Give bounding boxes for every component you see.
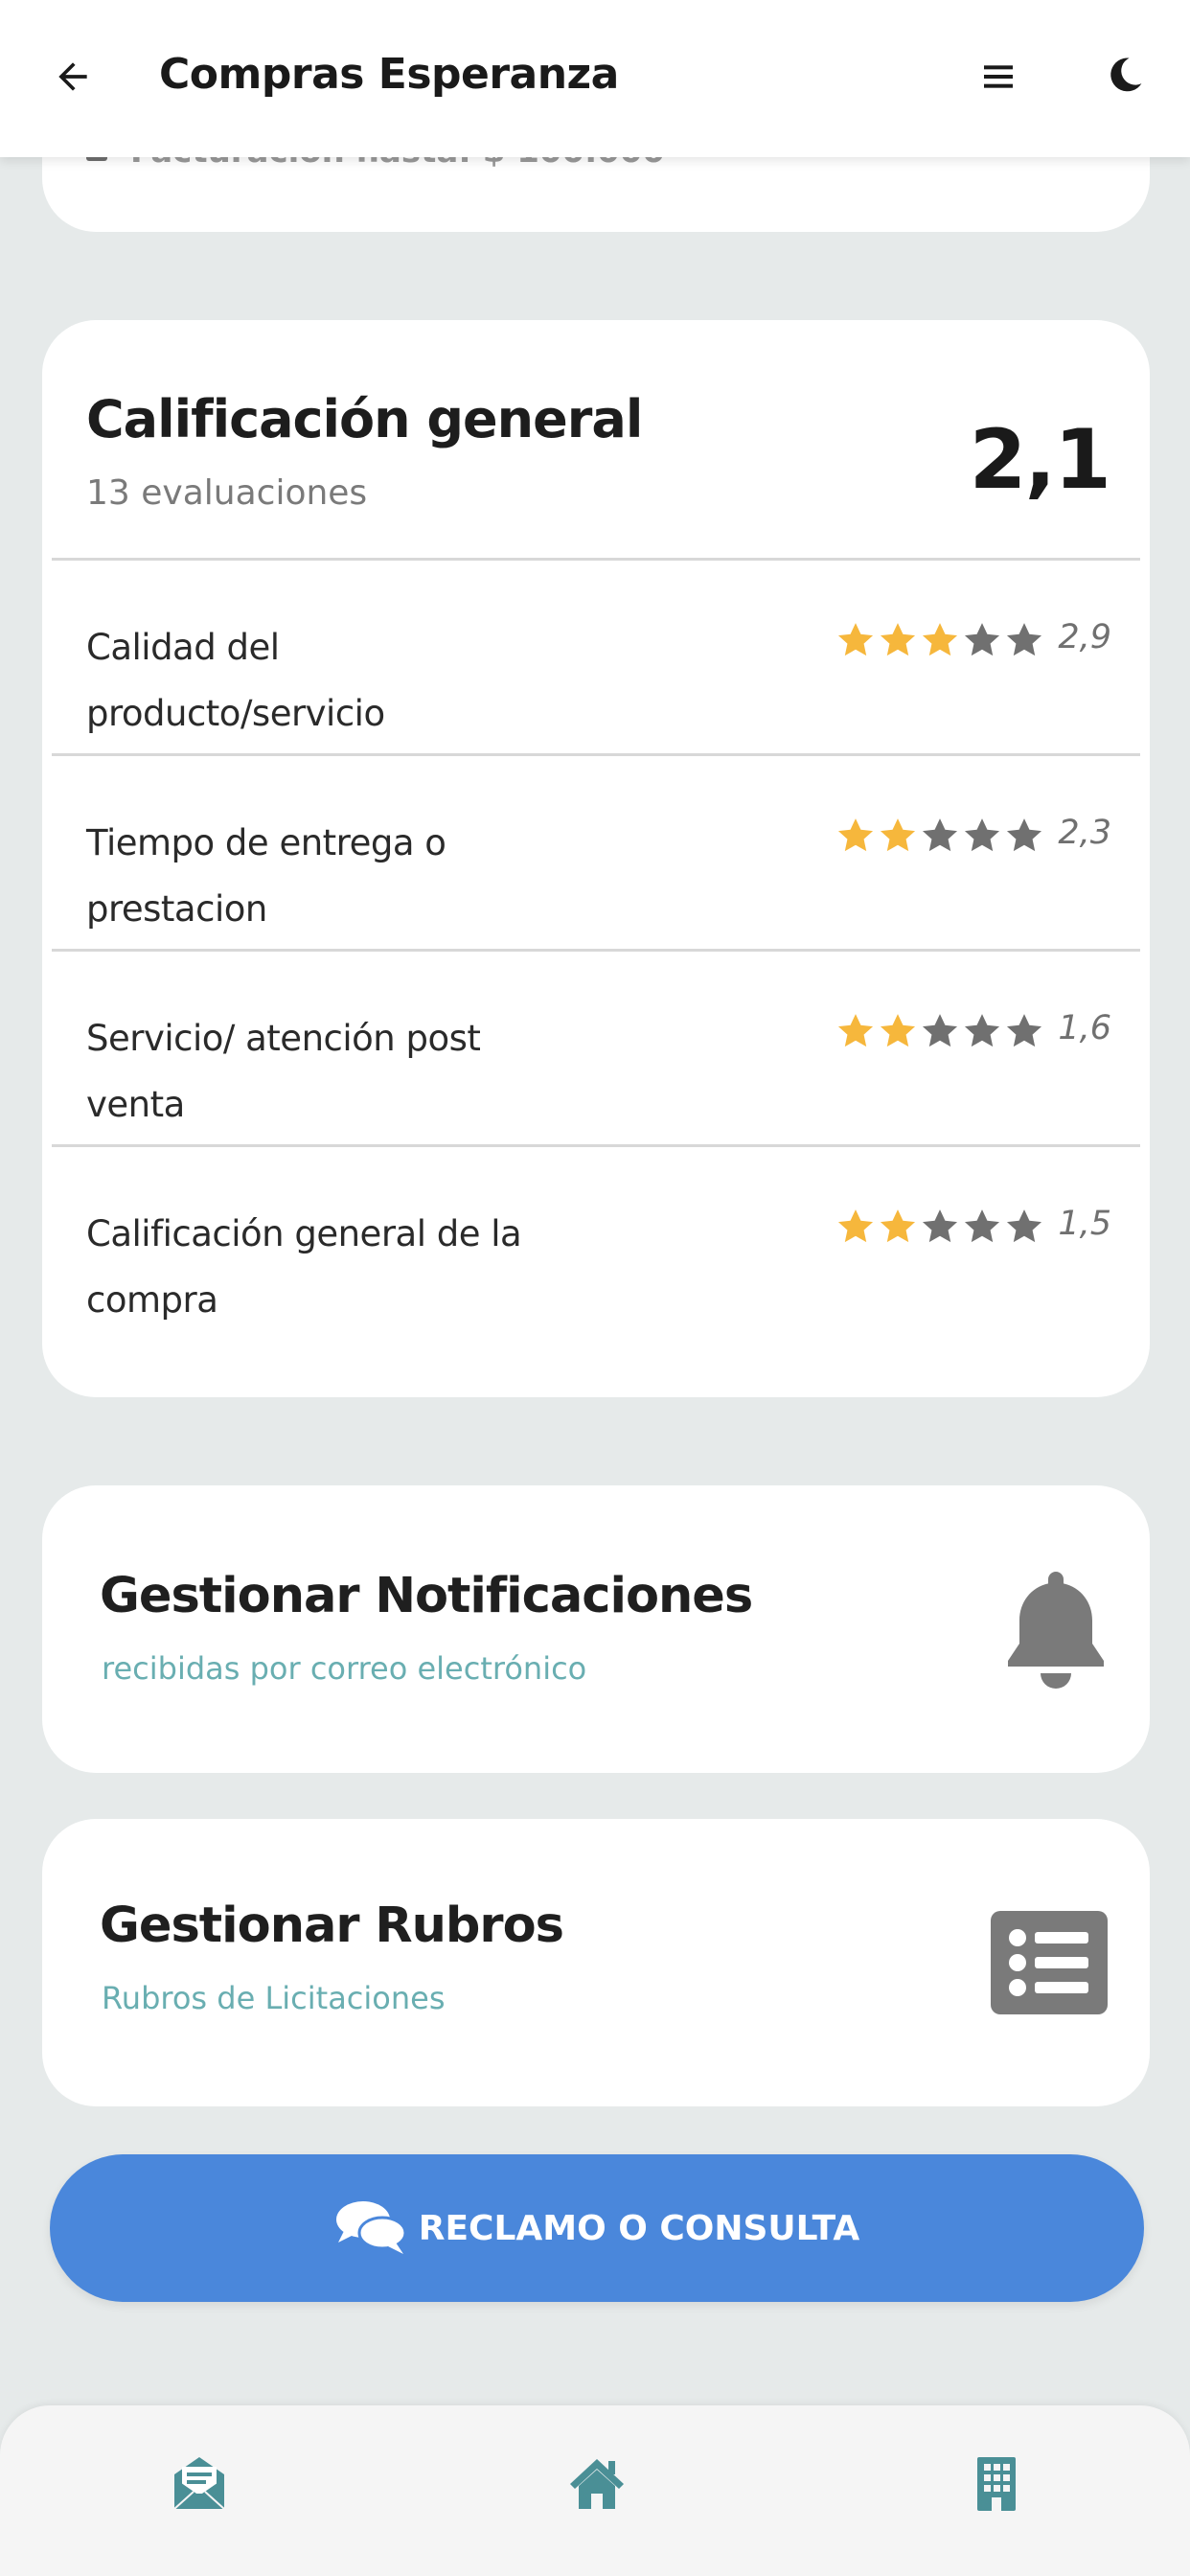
rating-row-value: 1,6: [1058, 1009, 1111, 1047]
star-empty-icon: [964, 1014, 1000, 1047]
rating-row: Servicio/ atención post venta 1,6: [52, 949, 1140, 1144]
moon-icon[interactable]: [1104, 54, 1146, 96]
star-filled-icon: [837, 1014, 874, 1047]
rating-row: Calidad del producto/servicio 2,9: [52, 558, 1140, 753]
star-empty-icon: [1006, 1014, 1042, 1047]
rating-row-label: Calificación general de la compra: [86, 1213, 522, 1321]
star-empty-icon: [922, 818, 958, 852]
rating-row: Tiempo de entrega o prestacion 2,3: [52, 753, 1140, 949]
rating-row-value: 2,3: [1058, 814, 1111, 852]
star-filled-icon: [880, 623, 916, 656]
star-empty-icon: [1006, 623, 1042, 656]
notifications-subtitle: recibidas por correo electrónico: [102, 1650, 587, 1687]
evaluations-count: 13 evaluaciones: [86, 473, 368, 513]
rating-title: Calificación general: [86, 389, 643, 449]
page-title: Compras Esperanza: [159, 50, 619, 99]
building-icon[interactable]: [966, 2453, 1027, 2515]
star-empty-icon: [922, 1014, 958, 1047]
star-rating: [835, 1205, 1046, 1249]
star-rating: [835, 814, 1046, 858]
rating-row-value: 2,9: [1058, 618, 1111, 656]
star-filled-icon: [880, 818, 916, 852]
rubros-title: Gestionar Rubros: [100, 1898, 564, 1954]
star-filled-icon: [922, 623, 958, 656]
notifications-title: Gestionar Notificaciones: [100, 1568, 753, 1624]
star-filled-icon: [837, 623, 874, 656]
rating-row: Calificación general de la compra 1,5: [52, 1144, 1140, 1340]
arrow-left-icon[interactable]: [52, 56, 94, 98]
manage-notifications-card[interactable]: Gestionar Notificaciones recibidas por c…: [42, 1485, 1150, 1773]
star-rating: [835, 1009, 1046, 1053]
star-empty-icon: [922, 1209, 958, 1243]
star-filled-icon: [837, 818, 874, 852]
star-rating: [835, 618, 1046, 662]
star-empty-icon: [964, 623, 1000, 656]
star-filled-icon: [880, 1014, 916, 1047]
rubros-subtitle: Rubros de Licitaciones: [102, 1980, 446, 2016]
manage-rubros-card[interactable]: Gestionar Rubros Rubros de Licitaciones: [42, 1819, 1150, 2106]
rating-row-label: Calidad del producto/servicio: [86, 627, 385, 734]
home-icon[interactable]: [566, 2453, 628, 2515]
reclamo-consulta-button[interactable]: RECLAMO O CONSULTA: [50, 2154, 1144, 2302]
list-icon: [991, 1911, 1108, 2014]
envelope-open-icon[interactable]: [169, 2453, 230, 2515]
star-empty-icon: [964, 818, 1000, 852]
rating-row-label: Tiempo de entrega o prestacion: [86, 822, 446, 930]
chat-bubbles-icon: [335, 2201, 407, 2254]
rating-row-value: 1,5: [1058, 1205, 1111, 1243]
overall-score: 2,1: [969, 412, 1111, 508]
star-filled-icon: [837, 1209, 874, 1243]
hamburger-menu-icon[interactable]: [979, 58, 1018, 96]
star-empty-icon: [1006, 1209, 1042, 1243]
star-empty-icon: [1006, 818, 1042, 852]
app-bar: Compras Esperanza: [0, 0, 1190, 157]
rating-row-label: Servicio/ atención post venta: [86, 1018, 481, 1125]
bell-icon: [1008, 1572, 1104, 1689]
star-empty-icon: [964, 1209, 1000, 1243]
bottom-navigation: [0, 2405, 1190, 2576]
star-filled-icon: [880, 1209, 916, 1243]
reclamo-consulta-label: RECLAMO O CONSULTA: [418, 2208, 860, 2248]
rating-card: Calificación general 13 evaluaciones 2,1…: [42, 320, 1150, 1397]
